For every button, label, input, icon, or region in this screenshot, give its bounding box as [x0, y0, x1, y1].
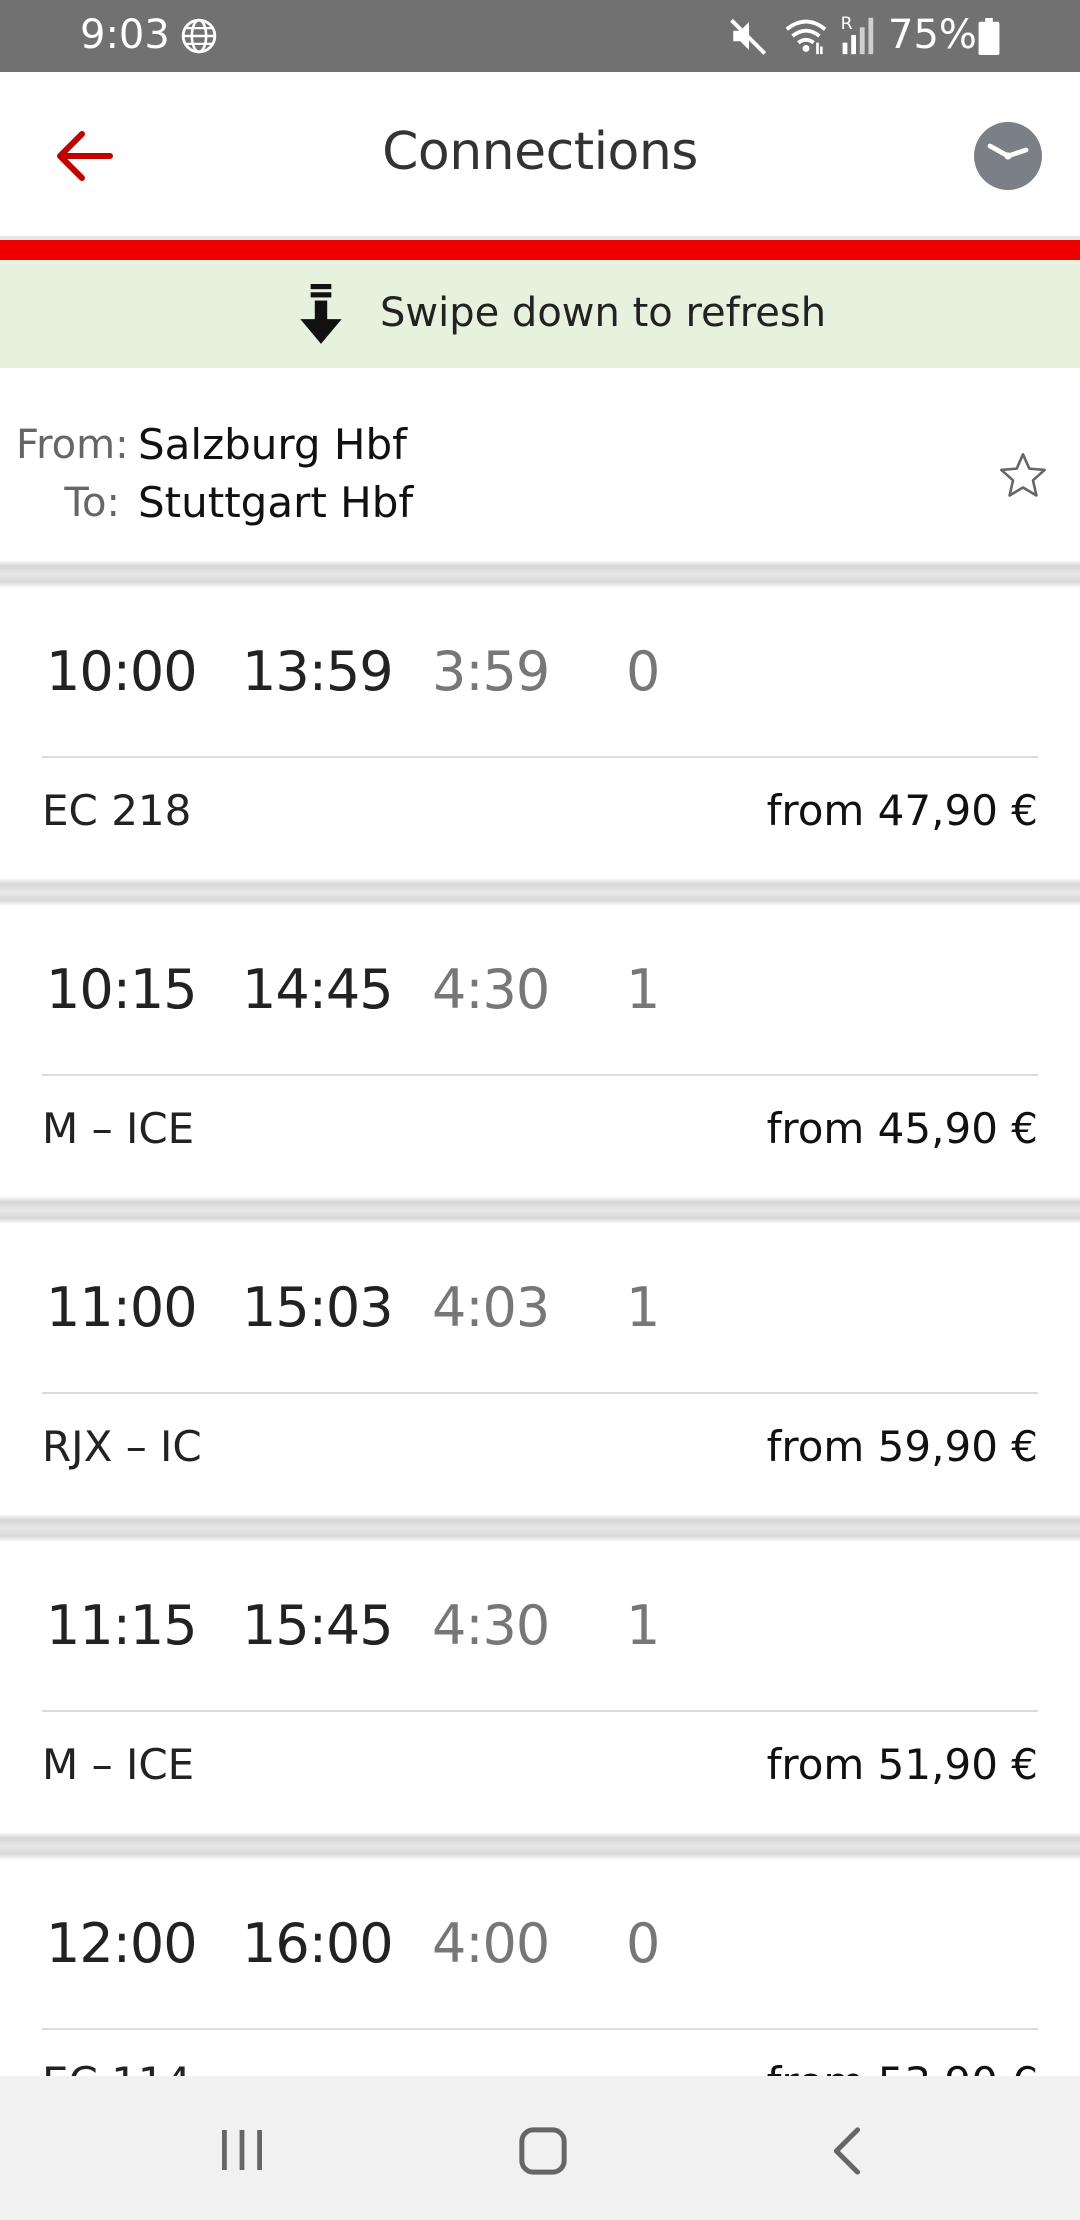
price: from 53,90 €: [767, 2058, 1038, 2076]
price: from 47,90 €: [766, 786, 1038, 835]
price: from 45,90 €: [766, 1104, 1038, 1153]
route-header: From: Salzburg Hbf To: Stuttgart Hbf: [0, 368, 1080, 560]
connections-list[interactable]: 10:00 13:59 3:59 0 EC 218 from 47,90 € 1…: [0, 560, 1080, 2076]
list-separator: [0, 560, 1080, 588]
row-divider: [42, 756, 1038, 758]
globe-icon: [181, 18, 217, 54]
row-divider: [42, 1392, 1038, 1394]
departure-time: 10:15: [46, 958, 198, 1021]
train-name: M – ICE: [42, 1740, 195, 1789]
list-separator: [0, 1514, 1080, 1542]
from-label: From:: [16, 422, 129, 468]
list-separator: [0, 1832, 1080, 1860]
battery-icon: [978, 18, 1000, 56]
list-separator: [0, 878, 1080, 906]
departure-time: 11:00: [46, 1276, 198, 1339]
changes-count: 0: [626, 1912, 661, 1975]
train-name: EC 218: [42, 786, 192, 835]
train-name: RJX – IC: [42, 1422, 202, 1471]
duration: 4:03: [432, 1276, 550, 1339]
accent-bar: [0, 240, 1080, 260]
train-name: M – ICE: [42, 1104, 195, 1153]
system-nav-bar: [0, 2076, 1080, 2220]
changes-count: 1: [626, 1594, 661, 1657]
connection-row[interactable]: 11:00 15:03 4:03 1 RJX – IC from 59,90 €: [0, 1224, 1080, 1514]
arrival-time: 15:03: [242, 1276, 394, 1339]
connection-row[interactable]: 11:15 15:45 4:30 1 M – ICE from 51,90 €: [0, 1542, 1080, 1832]
arrow-down-icon: [300, 284, 342, 344]
connection-row[interactable]: 12:00 16:00 4:00 0 EC 114 from 53,90 €: [0, 1860, 1080, 2076]
svg-text:R: R: [841, 14, 853, 34]
row-divider: [42, 1074, 1038, 1076]
arrival-time: 14:45: [242, 958, 394, 1021]
refresh-text: Swipe down to refresh: [380, 290, 827, 336]
status-bar: 9:03 R 75%: [0, 0, 1080, 72]
home-icon[interactable]: [518, 2126, 568, 2176]
app-bar: Connections: [0, 72, 1080, 240]
recents-icon[interactable]: [218, 2128, 266, 2172]
train-name: EC 114: [42, 2058, 191, 2076]
changes-count: 1: [626, 958, 661, 1021]
arrival-time: 16:00: [242, 1912, 394, 1975]
mute-icon: [730, 18, 767, 55]
duration: 4:30: [432, 1594, 550, 1657]
duration: 4:30: [432, 958, 550, 1021]
clock-icon[interactable]: [974, 122, 1042, 190]
departure-time: 12:00: [46, 1912, 198, 1975]
connection-row[interactable]: 10:15 14:45 4:30 1 M – ICE from 45,90 €: [0, 906, 1080, 1196]
wifi-icon: [785, 19, 827, 55]
list-separator: [0, 1196, 1080, 1224]
status-time: 9:03: [80, 12, 170, 58]
changes-count: 0: [626, 640, 661, 703]
screen: 9:03 R 75% Connections Swipe down to ref…: [0, 0, 1080, 2220]
battery-percent: 75%: [888, 12, 977, 58]
changes-count: 1: [626, 1276, 661, 1339]
signal-icon: R: [841, 14, 874, 55]
arrival-time: 15:45: [242, 1594, 394, 1657]
page-title: Connections: [382, 122, 698, 182]
departure-time: 10:00: [46, 640, 198, 703]
duration: 3:59: [432, 640, 550, 703]
to-station: Stuttgart Hbf: [138, 478, 414, 527]
to-label: To:: [64, 480, 120, 526]
refresh-banner[interactable]: Swipe down to refresh: [0, 260, 1080, 368]
row-divider: [42, 2028, 1038, 2030]
back-icon[interactable]: [828, 2126, 864, 2176]
price: from 59,90 €: [766, 1422, 1038, 1471]
connection-row[interactable]: 10:00 13:59 3:59 0 EC 218 from 47,90 €: [0, 588, 1080, 878]
from-station: Salzburg Hbf: [138, 420, 407, 469]
star-icon[interactable]: [996, 450, 1050, 502]
row-divider: [42, 1710, 1038, 1712]
arrival-time: 13:59: [242, 640, 394, 703]
duration: 4:00: [432, 1912, 550, 1975]
departure-time: 11:15: [46, 1594, 198, 1657]
price: from 51,90 €: [766, 1740, 1038, 1789]
